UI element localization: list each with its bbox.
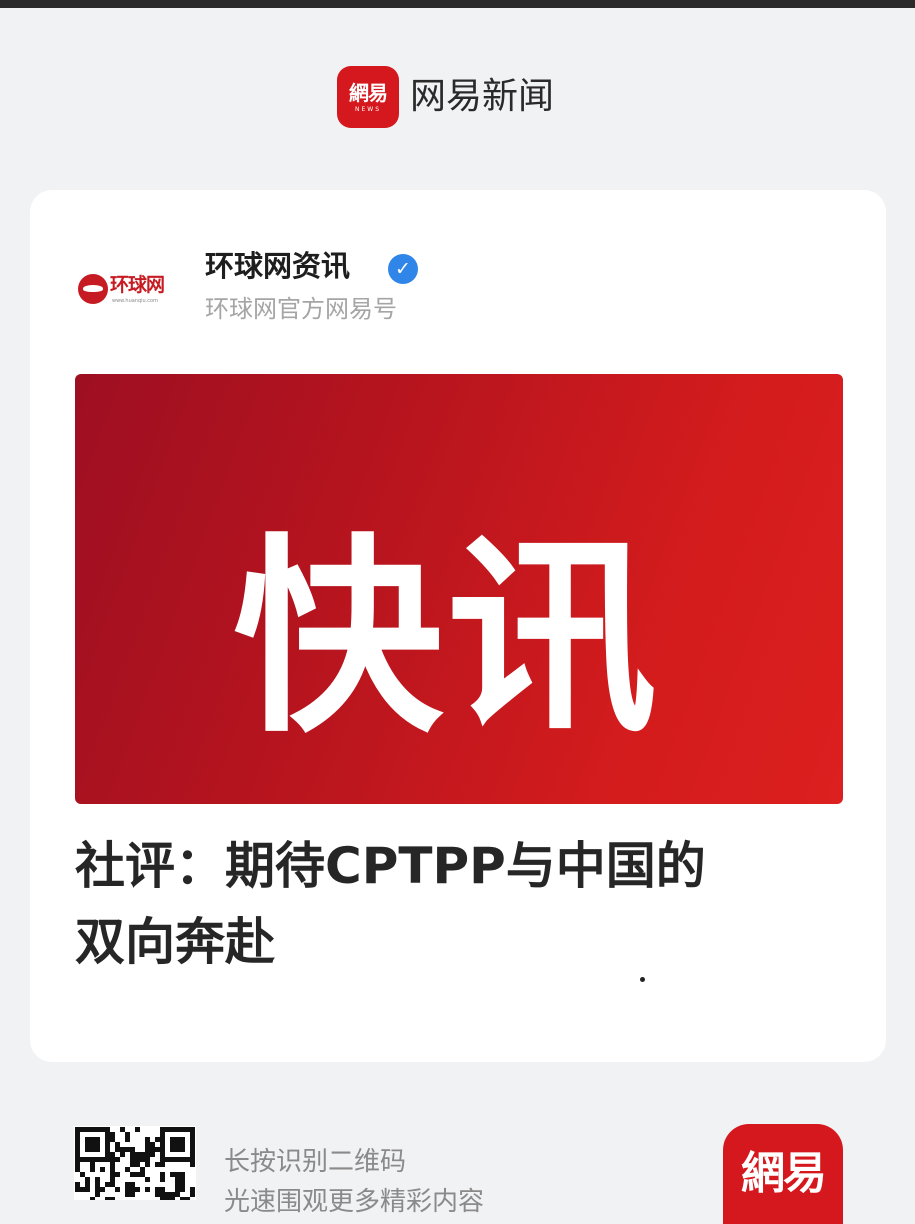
app-name: 网易新闻 — [410, 76, 555, 117]
app-header: 網易 NEWS 网易新闻 — [0, 62, 915, 134]
banner-text: 快讯 — [233, 516, 662, 761]
news-banner-image[interactable]: 快讯 — [75, 374, 843, 804]
source-name[interactable]: 环球网资讯 — [205, 248, 350, 284]
huanqiu-mark-icon — [78, 274, 108, 304]
source-subtitle: 环球网官方网易号 — [205, 295, 397, 323]
article-card[interactable]: 环球网 www.huanqiu.com 环球网资讯 ✓ 环球网官方网易号 快讯 … — [30, 190, 886, 1062]
huanqiu-logo[interactable]: 环球网 www.huanqiu.com — [78, 270, 178, 310]
netease-news-logo: 網易 NEWS — [337, 66, 399, 128]
netease-logo-text: 網易 — [349, 80, 388, 105]
qr-code-graphic — [74, 1126, 196, 1200]
qr-hint-line-2: 光速围观更多精彩内容 — [224, 1187, 485, 1217]
qr-hint-line-1: 长按识别二维码 — [224, 1147, 407, 1177]
article-title[interactable]: 社评：期待CPTPP与中国的 双向奔赴 — [75, 828, 855, 980]
decorative-dot — [640, 977, 645, 982]
huanqiu-logo-text: 环球网 — [110, 274, 165, 296]
article-title-line-1: 社评：期待CPTPP与中国的 — [75, 837, 706, 895]
netease-footer-logo: 網易 — [723, 1124, 843, 1224]
qr-code[interactable] — [74, 1126, 196, 1200]
huanqiu-logo-url: www.huanqiu.com — [112, 298, 158, 304]
verified-icon: ✓ — [388, 254, 418, 284]
status-bar-strip — [0, 0, 915, 8]
netease-logo-sub: NEWS — [354, 105, 382, 113]
article-title-line-2: 双向奔赴 — [75, 913, 275, 971]
